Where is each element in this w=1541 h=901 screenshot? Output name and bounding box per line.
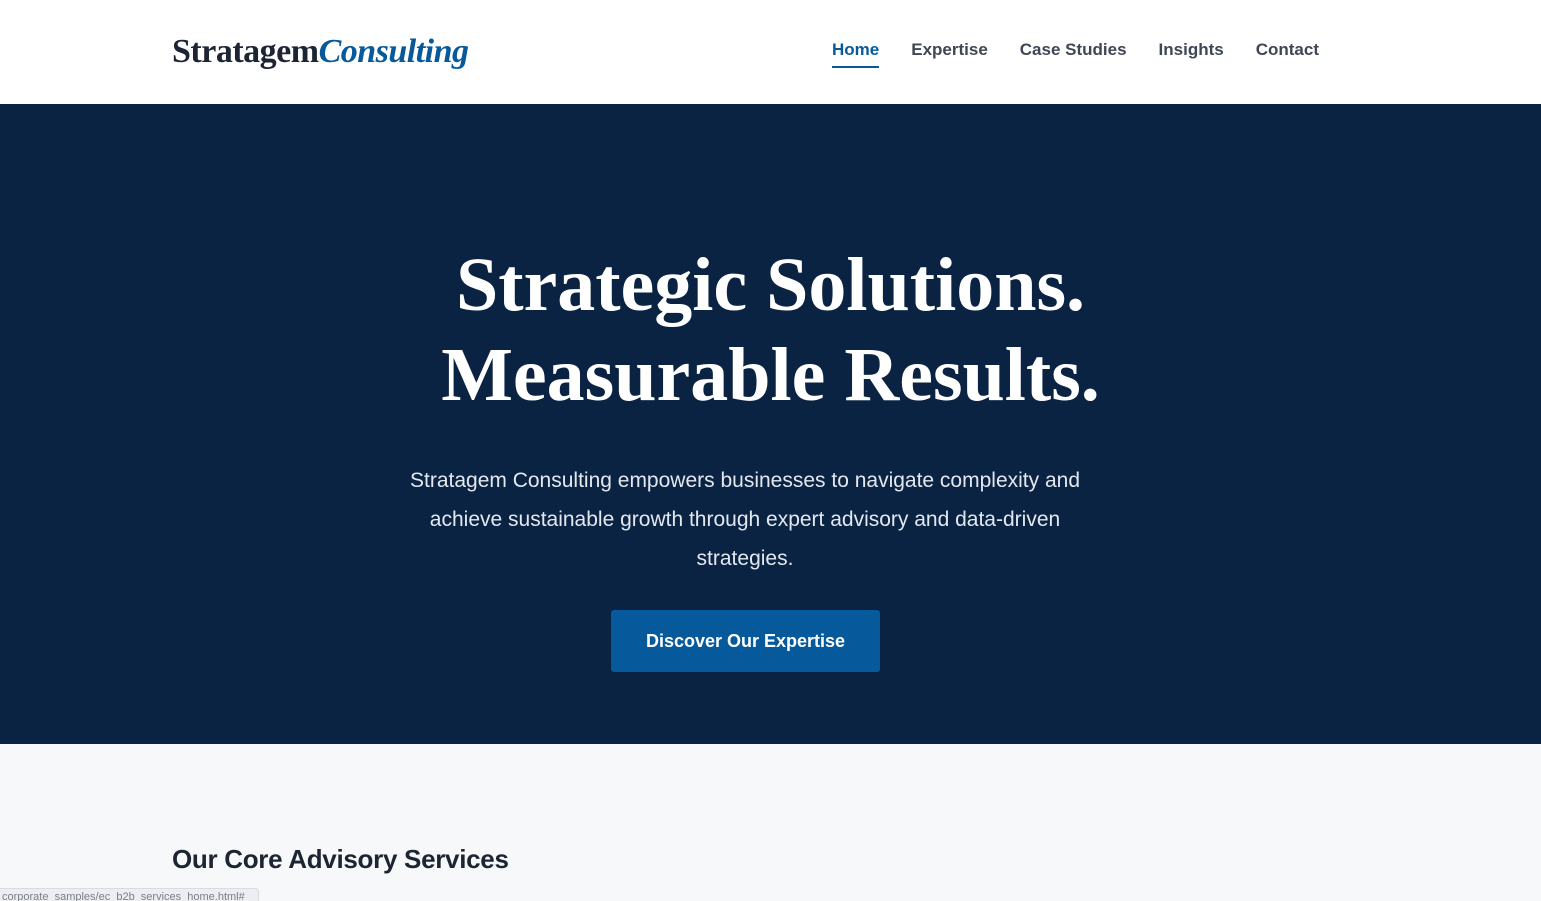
brand-name-main: Stratagem bbox=[172, 33, 319, 70]
hero-title: Strategic Solutions. Measurable Results. bbox=[0, 240, 1541, 420]
status-bar-url: corporate_samples/ec_b2b_services_home.h… bbox=[2, 891, 245, 901]
hero-subtitle: Stratagem Consulting empowers businesses… bbox=[409, 469, 1081, 570]
brand-name-accent: Consulting bbox=[318, 33, 469, 70]
brand-logo[interactable]: StratagemConsulting bbox=[172, 30, 469, 74]
hero-section: Strategic Solutions. Measurable Results.… bbox=[0, 104, 1541, 744]
nav-item-contact[interactable]: Contact bbox=[1256, 38, 1319, 68]
nav-item-expertise[interactable]: Expertise bbox=[911, 38, 988, 68]
site-header: StratagemConsulting Home Expertise Case … bbox=[0, 0, 1541, 104]
services-section: Our Core Advisory Services bbox=[0, 744, 1541, 901]
nav-item-home[interactable]: Home bbox=[832, 38, 880, 68]
discover-expertise-button[interactable]: Discover Our Expertise bbox=[611, 610, 880, 672]
services-heading: Our Core Advisory Services bbox=[172, 844, 509, 874]
hero-title-line-2: Measurable Results. bbox=[441, 333, 1100, 417]
nav-item-case-studies[interactable]: Case Studies bbox=[1020, 38, 1127, 68]
hero-title-line-1: Strategic Solutions. bbox=[455, 243, 1086, 327]
main-nav: Home Expertise Case Studies Insights Con… bbox=[832, 38, 1319, 68]
browser-status-bar: corporate_samples/ec_b2b_services_home.h… bbox=[0, 888, 259, 901]
nav-item-insights[interactable]: Insights bbox=[1159, 38, 1224, 68]
